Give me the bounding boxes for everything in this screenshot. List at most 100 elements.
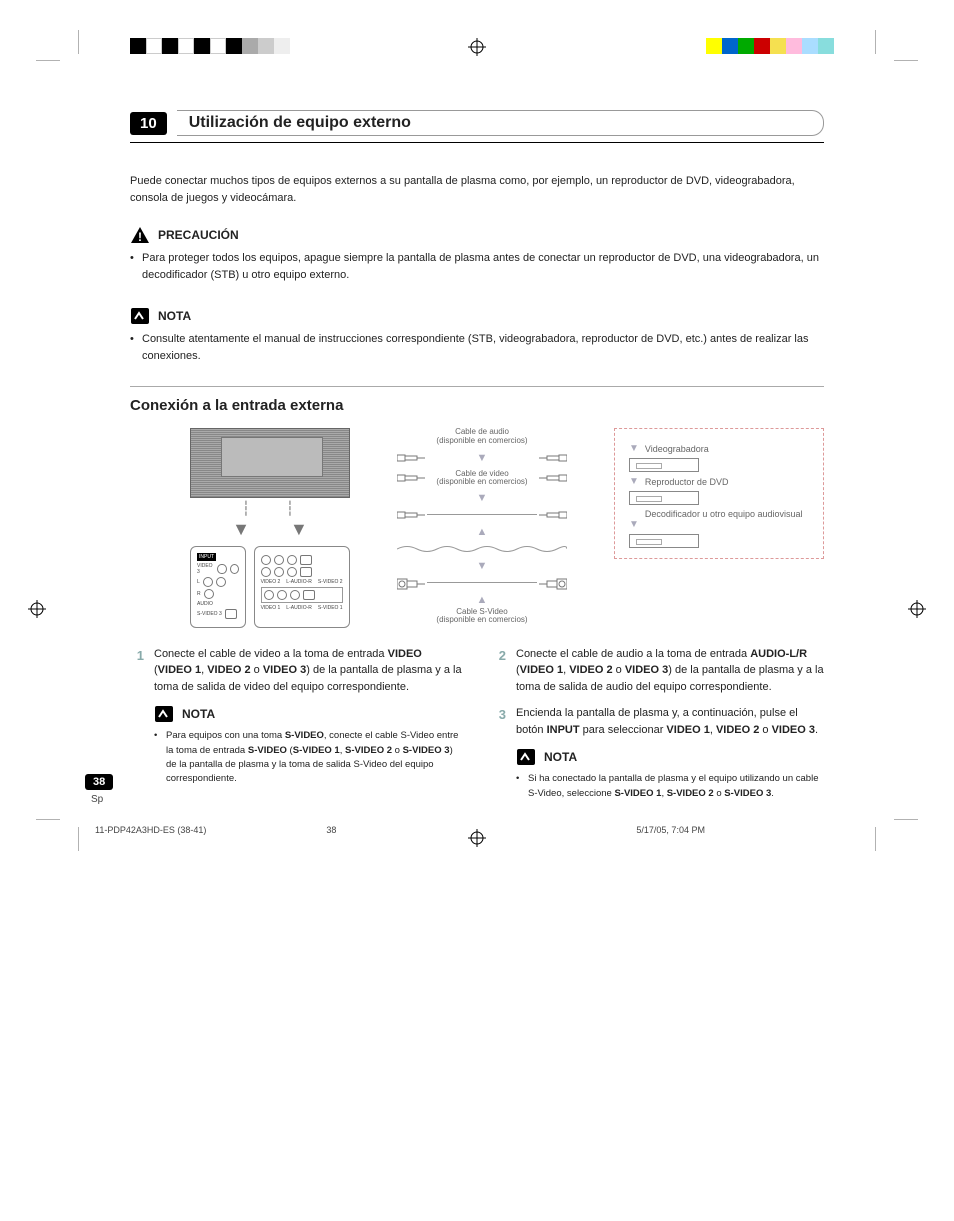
triangle-down-icon: ▼ — [477, 560, 488, 572]
note-icon — [130, 307, 150, 325]
rca-jack-icon — [264, 590, 274, 600]
rca-jack-icon — [261, 555, 271, 565]
step-number: 2 — [492, 646, 506, 696]
svideo2-label: S-VIDEO 2 — [318, 579, 343, 585]
svideo-cable-caption: Cable S-Video — [456, 607, 507, 616]
intro-paragraph: Puede conectar muchos tipos de equipos e… — [130, 173, 824, 206]
svideo-jack-icon — [303, 590, 315, 600]
audio-cable-caption: Cable de audio — [455, 427, 509, 436]
rca-jack-icon — [204, 589, 214, 599]
audio-l-label: L — [197, 579, 200, 585]
arrow-down-icon: ▼ — [232, 519, 250, 540]
rca-jack-icon — [216, 577, 226, 587]
dvd-label: Reproductor de DVD — [645, 477, 729, 487]
print-marks-top — [0, 0, 954, 80]
step-1-text: Conecte el cable de video a la toma de e… — [154, 646, 462, 696]
vcr-label: Videograbadora — [645, 444, 709, 454]
audio-cable-illustration: ▼ — [397, 452, 567, 464]
plug-icon — [397, 453, 425, 463]
device-box-icon — [629, 491, 699, 505]
warning-icon: ! — [130, 226, 150, 244]
arrow-down-icon: ┆ ┆ — [190, 500, 350, 517]
plug-icon — [397, 473, 425, 483]
step-2-text: Conecte el cable de audio a la toma de e… — [516, 646, 824, 696]
step-number: 1 — [130, 646, 144, 696]
plug-icon — [397, 510, 425, 520]
rca-jack-icon — [277, 590, 287, 600]
video1-label: VIDEO 1 — [261, 605, 281, 611]
color-bars-right — [706, 38, 834, 54]
svideo3-label: S-VIDEO 3 — [197, 611, 222, 617]
audio-r-label: R — [197, 591, 201, 597]
audio-label: AUDIO — [197, 601, 239, 607]
plug-icon — [539, 473, 567, 483]
step-2: 2 Conecte el cable de audio a la toma de… — [492, 646, 824, 696]
note3-label: NOTA — [544, 750, 577, 764]
rca-jack-icon — [274, 567, 284, 577]
svideo-jack-icon — [300, 567, 312, 577]
print-marks-bottom — [0, 815, 954, 865]
cable-column: Cable de audio(disponible en comercios) … — [397, 428, 567, 625]
rca-jack-icon — [287, 567, 297, 577]
triangle-down-icon: ▼ — [477, 492, 488, 504]
svideo-plug-icon — [397, 578, 425, 588]
triangle-down-icon: ▼ — [629, 476, 639, 487]
video3-label: VIDEO 3 — [197, 563, 214, 575]
rca-jack-icon — [290, 590, 300, 600]
registration-target-top — [468, 38, 486, 56]
stb-label: Decodificador u otro equipo audiovisual — [645, 509, 803, 519]
input-panel-right: VIDEO 2 L-AUDIO-R S-VIDEO 2 VIDEO 1 L-AUDIO… — [254, 546, 350, 628]
note2-header: NOTA — [154, 705, 462, 723]
note2-label: NOTA — [182, 707, 215, 721]
svideo-plug-icon — [539, 578, 567, 588]
device-vcr: ▼Videograbadora — [629, 443, 809, 454]
step-3-text: Encienda la pantalla de plasma y, a cont… — [516, 705, 824, 738]
wavy-cable-illustration — [397, 544, 567, 554]
video-cable-illustration — [397, 510, 567, 520]
external-devices-box: ▼Videograbadora ▼ Reproductor de DVD ▼ Dec… — [614, 428, 824, 559]
input-panel-left: INPUT VIDEO 3 L R AUDIO S-VIDEO 3 — [190, 546, 246, 628]
rca-jack-icon — [217, 564, 226, 574]
svideo1-label: S-VIDEO 1 — [318, 605, 343, 611]
device-stb: ▼ Decodificador u otro equipo audiovisual — [629, 509, 809, 530]
section2-title: Conexión a la entrada externa — [130, 397, 824, 414]
divider — [130, 142, 824, 143]
wave-line-icon — [397, 544, 567, 554]
chapter-title: Utilización de equipo externo — [177, 110, 824, 136]
step-1: 1 Conecte el cable de video a la toma de… — [130, 646, 462, 696]
available-caption: (disponible en comercios) — [436, 436, 527, 445]
laudior-label: L-AUDIO-R — [286, 579, 312, 585]
arrow-down-icon: ▼ — [290, 519, 308, 540]
video2-label: VIDEO 2 — [261, 579, 281, 585]
triangle-down-icon: ▼ — [629, 519, 639, 530]
registration-target-right — [908, 600, 926, 618]
available-caption: (disponible en comercios) — [436, 615, 527, 624]
rca-jack-icon — [203, 577, 213, 587]
device-dvd: ▼ Reproductor de DVD — [629, 476, 809, 487]
connection-diagram: ┆ ┆ ▼ ▼ INPUT VIDEO 3 L R AUDIO S-VIDEO 3… — [130, 428, 824, 628]
note1-label: NOTA — [158, 309, 191, 323]
rca-jack-icon — [287, 555, 297, 565]
registration-target-bottom — [468, 829, 486, 847]
chapter-number: 10 — [130, 112, 167, 135]
note-icon — [516, 748, 536, 766]
triangle-down-icon: ▼ — [477, 452, 488, 464]
laudior-label: L-AUDIO-R — [286, 605, 312, 611]
step-3: 3 Encienda la pantalla de plasma y, a co… — [492, 705, 824, 738]
note1-header: NOTA — [130, 307, 824, 325]
tv-rear-block: ┆ ┆ ▼ ▼ INPUT VIDEO 3 L R AUDIO S-VIDEO 3… — [190, 428, 350, 628]
rca-jack-icon — [274, 555, 284, 565]
caution-bullet: Para proteger todos los equipos, apague … — [130, 250, 824, 283]
cable-wire — [427, 514, 537, 515]
tv-rear-illustration — [190, 428, 350, 498]
color-bars-left — [130, 38, 290, 54]
registration-target-left — [28, 600, 46, 618]
chapter-bar: 10 Utilización de equipo externo — [130, 110, 824, 136]
svideo-jack-icon — [300, 555, 312, 565]
language-label: Sp — [91, 794, 899, 805]
video-cable-illustration: Cable de video(disponible en comercios) — [397, 470, 567, 486]
rca-jack-icon — [261, 567, 271, 577]
device-box-icon — [629, 458, 699, 472]
input-label: INPUT — [197, 553, 216, 561]
plug-icon — [539, 510, 567, 520]
